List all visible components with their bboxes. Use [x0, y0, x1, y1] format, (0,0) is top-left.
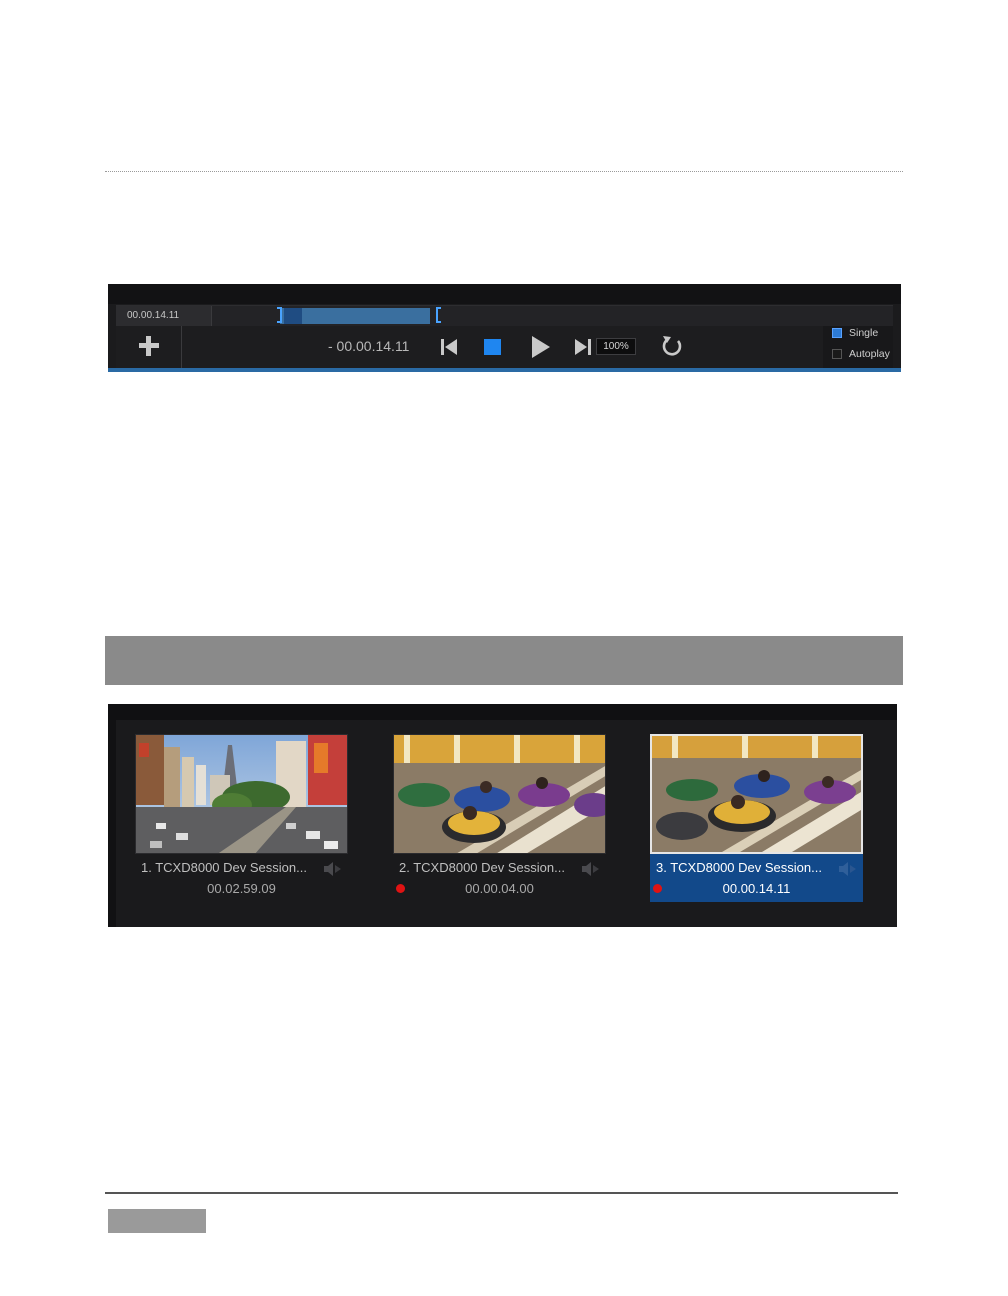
out-point-handle[interactable] — [436, 307, 441, 323]
clip-name: 1. TCXD8000 Dev Session... — [141, 860, 307, 875]
add-button[interactable] — [116, 326, 182, 368]
speaker-icon[interactable] — [838, 862, 858, 876]
go-to-start-button[interactable] — [438, 326, 460, 368]
clip-item[interactable]: 1. TCXD8000 Dev Session... 00.02.59.09 — [135, 734, 348, 902]
clip-item-selected[interactable]: 3. TCXD8000 Dev Session... 00.00.14.11 — [650, 734, 863, 902]
footer-page-tab — [108, 1209, 206, 1233]
speaker-icon[interactable] — [323, 862, 343, 876]
stop-button[interactable] — [481, 326, 503, 368]
transport-controls: - 00.00.14.11 100% Single Autoplay — [116, 326, 893, 368]
remaining-time: - 00.00.14.11 — [328, 338, 410, 354]
go-to-end-icon — [575, 339, 591, 355]
go-to-start-icon — [441, 339, 457, 355]
transport-bottom-accent — [108, 368, 901, 372]
section-heading-band — [105, 636, 903, 685]
trim-range[interactable] — [280, 308, 430, 324]
clip-name: 3. TCXD8000 Dev Session... — [656, 860, 822, 875]
clip-duration: 00.02.59.09 — [207, 881, 276, 896]
speed-field[interactable]: 100% — [596, 338, 636, 355]
go-to-end-button[interactable] — [572, 326, 594, 368]
single-label: Single — [849, 327, 879, 339]
clip-name: 2. TCXD8000 Dev Session... — [399, 860, 565, 875]
autoplay-label: Autoplay — [849, 348, 890, 360]
play-icon — [532, 336, 550, 358]
footer-rule — [105, 1192, 898, 1194]
loop-button[interactable] — [659, 326, 685, 368]
clip-thumbnail[interactable] — [135, 734, 348, 854]
clip-thumbnail[interactable] — [650, 734, 863, 854]
transport-bar: 00.00.14.11 - 00.00.14.11 100% Single Au… — [108, 284, 901, 372]
bumper-cars-image — [394, 735, 605, 853]
bumper-cars-image — [652, 736, 861, 852]
in-point-handle[interactable] — [277, 307, 282, 323]
bin-header — [108, 704, 897, 720]
city-street-image — [136, 735, 347, 853]
speaker-icon[interactable] — [581, 862, 601, 876]
playback-options: Single Autoplay — [823, 326, 893, 368]
clip-duration: 00.00.04.00 — [465, 881, 534, 896]
bin-scroll-edge — [108, 720, 116, 927]
media-bin: 1. TCXD8000 Dev Session... 00.02.59.09 2… — [108, 704, 897, 927]
clip-thumbnail[interactable] — [393, 734, 606, 854]
section-divider — [105, 171, 903, 172]
clip-duration: 00.00.14.11 — [722, 881, 791, 896]
scrub-timeline[interactable]: 00.00.14.11 — [116, 305, 893, 327]
play-button[interactable] — [528, 326, 552, 368]
autoplay-checkbox[interactable] — [832, 349, 842, 359]
playhead[interactable] — [284, 308, 302, 324]
loop-icon — [662, 336, 682, 356]
stop-icon — [484, 339, 501, 355]
single-checkbox[interactable] — [832, 328, 842, 338]
clip-item[interactable]: 2. TCXD8000 Dev Session... 00.00.04.00 — [393, 734, 606, 902]
transport-top-strip — [108, 284, 901, 304]
current-timecode: 00.00.14.11 — [116, 306, 212, 326]
